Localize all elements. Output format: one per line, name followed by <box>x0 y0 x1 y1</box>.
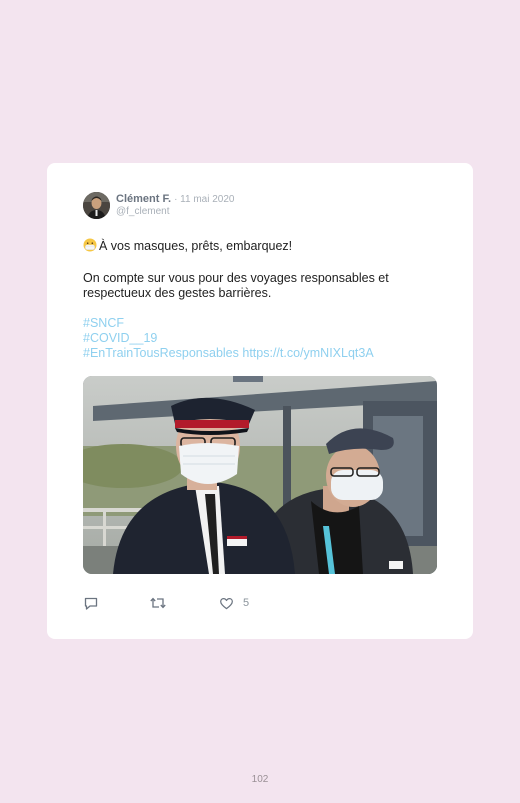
tweet-actions: 5 <box>83 595 333 611</box>
hashtag-entraintousresponsables[interactable]: #EnTrainTousResponsables <box>83 346 239 360</box>
retweet-button[interactable] <box>149 595 167 611</box>
author-name[interactable]: Clément F. <box>116 193 171 205</box>
like-count: 5 <box>243 597 250 609</box>
tweet-text: À vos masques, prêts, embarquez! On comp… <box>83 238 438 361</box>
tweet-card: Clément F. · 11 mai 2020 @f_clement À vo… <box>47 163 473 639</box>
heart-icon <box>220 597 233 609</box>
face-with-medical-mask-icon <box>83 238 97 256</box>
retweet-icon <box>150 597 166 609</box>
tweet-line-2: On compte sur vous pour des voyages resp… <box>83 271 389 300</box>
tweet-date[interactable]: · 11 mai 2020 <box>174 194 234 205</box>
reply-button[interactable] <box>83 595 99 611</box>
page-number: 102 <box>251 774 269 785</box>
author-handle[interactable]: @f_clement <box>116 206 170 218</box>
avatar[interactable] <box>83 192 110 219</box>
author-line: Clément F. · 11 mai 2020 <box>116 193 234 206</box>
tweet-line-1: À vos masques, prêts, embarquez! <box>83 238 438 256</box>
tweet-photo[interactable] <box>83 376 437 574</box>
like-button[interactable]: 5 <box>219 595 249 611</box>
hashtag-sncf[interactable]: #SNCF <box>83 316 124 330</box>
tweet-line-1-text: À vos masques, prêts, embarquez! <box>99 239 293 253</box>
tweet-url[interactable]: https://t.co/ymNIXLqt3A <box>242 346 373 360</box>
reply-icon <box>84 597 98 610</box>
hashtag-covid[interactable]: #COVID__19 <box>83 331 157 345</box>
avatar-image <box>83 192 110 219</box>
